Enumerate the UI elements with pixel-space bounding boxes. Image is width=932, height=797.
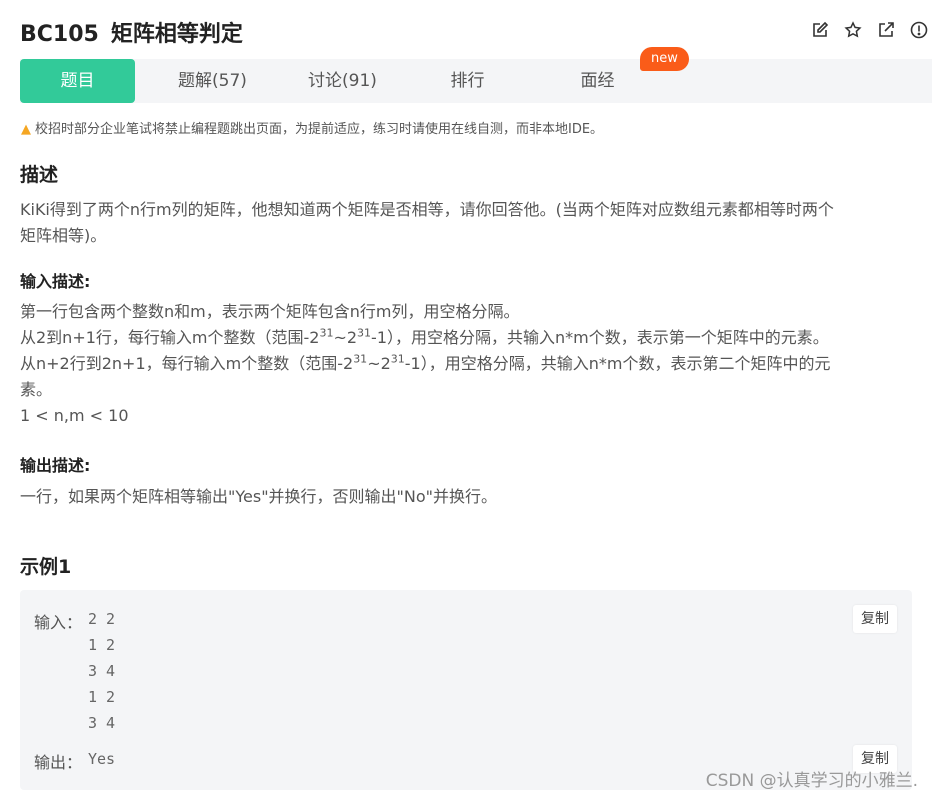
copy-input-button[interactable]: 复制 — [853, 605, 897, 633]
text-segment: -1），用空格分隔，共输入n*m个数，表示第一个矩阵中的元素。 — [371, 328, 829, 347]
tab-ranking[interactable]: 排行 — [420, 59, 515, 103]
exponent: 31 — [357, 326, 372, 340]
input-line: 2 2 — [88, 610, 116, 628]
text-segment: 从2到n+1行，每行输入m个整数（范围-2 — [20, 328, 320, 347]
watermark: CSDN @认真学习的小雅兰. — [705, 771, 918, 791]
example-box: 输入： 2 2 1 2 3 4 1 2 3 4 复制 输出： Yes 复制 — [20, 590, 912, 790]
new-badge: new — [640, 47, 689, 71]
problem-name: 矩阵相等判定 — [110, 22, 243, 47]
exponent: 31 — [319, 326, 334, 340]
tab-solutions[interactable]: 题解(57) — [165, 59, 260, 103]
input-label: 输入： — [34, 613, 83, 632]
text-segment: ~2 — [333, 328, 358, 347]
tab-bar: 题目 题解(57) 讨论(91) 排行 面经 — [20, 59, 932, 103]
input-desc-line-1: 第一行包含两个整数n和m，表示两个矩阵包含n行m列，用空格分隔。 — [20, 302, 520, 321]
exponent: 31 — [353, 352, 368, 366]
example-heading: 示例1 — [20, 556, 72, 578]
notice: ▲ 校招时部分企业笔试将禁止编程题跳出页面，为提前适应，练习时请使用在线自测，而非… — [21, 118, 603, 137]
info-icon[interactable] — [910, 21, 928, 39]
output-desc-heading: 输出描述: — [20, 456, 91, 475]
tab-problem[interactable]: 题目 — [20, 59, 135, 103]
description-line-1: KiKi得到了两个n行m列的矩阵，他想知道两个矩阵是否相等，请你回答他。(当两个… — [20, 200, 834, 219]
description-heading: 描述 — [20, 164, 59, 186]
output-value: Yes — [88, 750, 116, 768]
output-label: 输出： — [34, 753, 83, 772]
problem-title: BC105 矩阵相等判定 — [20, 16, 243, 48]
output-desc-line-1: 一行，如果两个矩阵相等输出"Yes"并换行，否则输出"No"并换行。 — [20, 487, 498, 506]
text-segment: -1），用空格分隔，共输入n*m个数，表示第二个矩阵中的元 — [404, 354, 831, 373]
problem-id: BC105 — [20, 22, 99, 47]
input-line: 1 2 — [88, 636, 116, 654]
description-line-2: 矩阵相等)。 — [20, 226, 107, 245]
external-link-icon[interactable] — [877, 21, 895, 39]
star-icon[interactable] — [844, 21, 862, 39]
input-desc-heading: 输入描述: — [20, 272, 91, 291]
exponent: 31 — [390, 352, 405, 366]
input-desc-line-5: 1 < n,m < 10 — [20, 406, 129, 425]
input-line: 3 4 — [88, 714, 116, 732]
notice-text: 校招时部分企业笔试将禁止编程题跳出页面，为提前适应，练习时请使用在线自测，而非本… — [35, 122, 604, 137]
input-line: 1 2 — [88, 688, 116, 706]
toolbar — [811, 21, 928, 39]
tab-discussion[interactable]: 讨论(91) — [295, 59, 390, 103]
tab-interviews[interactable]: 面经 — [550, 59, 645, 103]
input-desc-line-3: 从n+2行到2n+1，每行输入m个整数（范围-231~231-1），用空格分隔，… — [20, 351, 830, 377]
edit-icon[interactable] — [811, 21, 829, 39]
input-line: 3 4 — [88, 662, 116, 680]
input-desc-line-4: 素。 — [20, 380, 53, 399]
text-segment: ~2 — [367, 354, 391, 373]
warning-icon: ▲ — [21, 122, 31, 137]
text-segment: 从n+2行到2n+1，每行输入m个整数（范围-2 — [20, 354, 354, 373]
input-desc-line-2: 从2到n+1行，每行输入m个整数（范围-231~231-1），用空格分隔，共输入… — [20, 325, 829, 351]
